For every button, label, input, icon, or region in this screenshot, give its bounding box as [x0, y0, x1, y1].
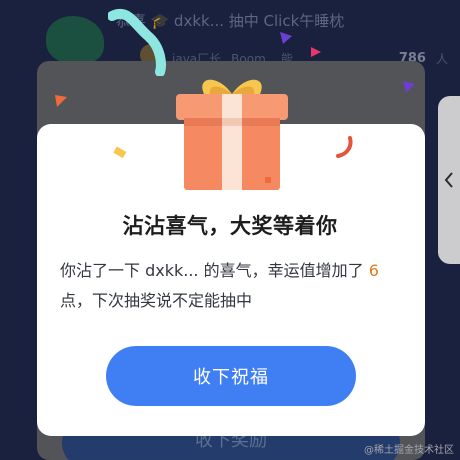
confetti-triangle-icon: [403, 81, 415, 93]
accept-blessing-button[interactable]: 收下祝福: [106, 346, 356, 406]
confetti-curl-icon: [336, 136, 353, 158]
luck-value: 6: [368, 261, 379, 280]
description-suffix: 点，下次抽奖说不定能抽中: [60, 291, 253, 310]
confetti-dot-icon: [265, 177, 271, 183]
gift-box-icon: [176, 79, 288, 190]
watermark: @稀土掘金技术社区: [364, 445, 454, 456]
confetti-triangle-icon: [280, 32, 292, 44]
confetti-piece-icon: [113, 146, 127, 159]
confetti-ribbon-icon: [108, 9, 166, 76]
confetti-triangle-icon: [55, 95, 67, 107]
description-prefix: 你沾了一下 dxkk... 的喜气，幸运值增加了: [60, 261, 369, 280]
modal-description: 你沾了一下 dxkk... 的喜气，幸运值增加了 6 点，下次抽奖说不定能抽中: [60, 256, 405, 316]
confetti-triangle-icon: [311, 47, 321, 57]
modal-title: 沾沾喜气，大奖等着你: [122, 214, 338, 238]
